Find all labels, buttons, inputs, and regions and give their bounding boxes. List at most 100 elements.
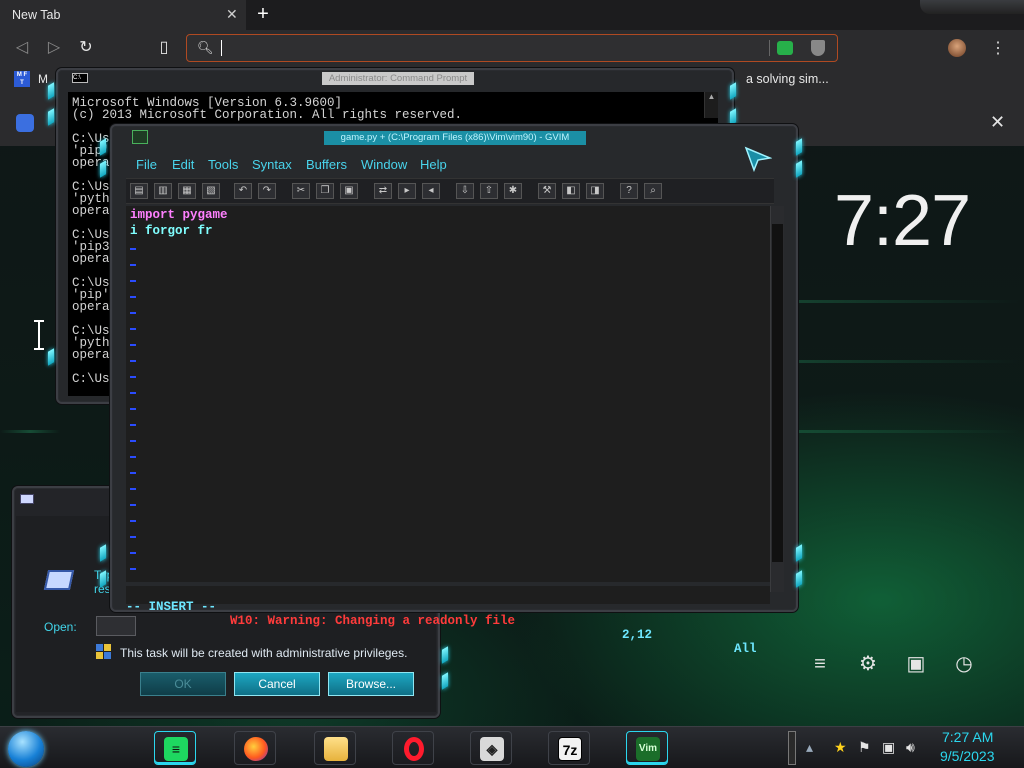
chat-icon[interactable] — [16, 114, 34, 132]
paste-icon[interactable]: ▣ — [340, 183, 358, 199]
frame-light — [796, 544, 802, 562]
volume-icon[interactable]: 🔊︎ — [906, 739, 915, 756]
editor-line: i forgor fr — [130, 224, 213, 238]
find-help-icon[interactable]: ⌕ — [644, 183, 662, 199]
cancel-button[interactable]: Cancel — [234, 672, 320, 696]
run-script-icon[interactable]: ✱ — [504, 183, 522, 199]
sliders-icon[interactable]: ≡ — [808, 652, 832, 676]
menu-icon[interactable]: ⋮ — [990, 38, 1006, 58]
network-icon[interactable]: ▣ — [882, 739, 895, 756]
flag-icon[interactable]: ⚑ — [858, 739, 871, 756]
redo-icon[interactable]: ↷ — [258, 183, 276, 199]
cut-icon[interactable]: ✂ — [292, 183, 310, 199]
empty-line-marker — [130, 552, 136, 554]
bookmark-label[interactable]: a solving sim... — [746, 72, 829, 86]
start-button[interactable] — [8, 731, 44, 767]
window-frame-decoration — [920, 0, 1024, 14]
menu-tools[interactable]: Tools — [208, 157, 238, 172]
desktop-clock: 7:27 — [834, 181, 971, 261]
show-desktop-button[interactable] — [788, 731, 796, 765]
find-next-icon[interactable]: ▸ — [398, 183, 416, 199]
browse-button[interactable]: Browse... — [328, 672, 414, 696]
empty-line-marker — [130, 488, 136, 490]
menu-window[interactable]: Window — [361, 157, 407, 172]
empty-line-marker — [130, 568, 136, 570]
save-all-icon[interactable]: ▦ — [178, 183, 196, 199]
console-line: C:\Us — [72, 372, 110, 386]
tray-time[interactable]: 7:27 AM — [942, 729, 993, 745]
taskbar-unity[interactable]: ◈ — [470, 731, 512, 765]
empty-line-marker — [130, 408, 136, 410]
make-icon[interactable]: ⚒ — [538, 183, 556, 199]
cursor-position: 2,12 — [622, 628, 653, 642]
bookmark-icon[interactable]: ▯ — [154, 38, 174, 58]
help-icon[interactable]: ? — [620, 183, 638, 199]
undo-icon[interactable]: ↶ — [234, 183, 252, 199]
taskbar-opera[interactable] — [392, 731, 434, 765]
editor-area[interactable]: import pygame i forgor fr — [126, 206, 770, 582]
extension-icon[interactable] — [777, 41, 793, 55]
empty-line-marker — [130, 424, 136, 426]
tab-title: New Tab — [12, 8, 61, 22]
taskbar-vim[interactable]: Vim — [626, 731, 668, 765]
frame-light — [48, 348, 54, 366]
find-prev-icon[interactable]: ◂ — [422, 183, 440, 199]
build-tags-icon[interactable]: ◧ — [562, 183, 580, 199]
load-session-icon[interactable]: ⇩ — [456, 183, 474, 199]
empty-line-marker — [130, 248, 136, 250]
bookmark-icon[interactable]: ▣ — [904, 652, 928, 676]
tray-date[interactable]: 9/5/2023 — [940, 748, 995, 764]
back-icon[interactable]: ◁ — [12, 38, 32, 58]
forward-icon[interactable]: ▷ — [44, 38, 64, 58]
menu-syntax[interactable]: Syntax — [252, 157, 292, 172]
scrollbar[interactable]: ▲ — [704, 92, 718, 118]
taskbar-file-explorer[interactable] — [314, 731, 356, 765]
bookmark-label[interactable]: M — [38, 72, 48, 86]
save-icon[interactable]: ▥ — [154, 183, 172, 199]
gear-icon[interactable]: ⚙ — [856, 652, 880, 676]
frame-light — [796, 138, 802, 156]
history-icon[interactable]: ◷ — [952, 652, 976, 676]
console-line: opera — [72, 204, 110, 218]
tab-close-icon[interactable]: ✕ — [226, 6, 238, 23]
menu-edit[interactable]: Edit — [172, 157, 194, 172]
ok-button[interactable]: OK — [140, 672, 226, 696]
vim-icon — [132, 130, 148, 144]
warning-message: W10: Warning: Changing a readonly file — [230, 614, 516, 628]
shield-icon[interactable] — [811, 40, 825, 56]
program-icon — [43, 570, 75, 590]
menu-help[interactable]: Help — [420, 157, 447, 172]
gvim-window[interactable]: game.py + (C:\Program Files (x86)\Vim\vi… — [100, 124, 802, 656]
browser-tab[interactable]: New Tab ✕ — [0, 0, 246, 30]
reload-icon[interactable]: ↻ — [76, 38, 96, 58]
run-icon — [20, 494, 34, 504]
browser-toolbar: ◁ ▷ ↻ ▯ 🔍︎ ⋮ — [0, 30, 1024, 66]
taskbar-firefox[interactable] — [234, 731, 276, 765]
taskbar-spotify[interactable]: ≡ — [154, 731, 196, 765]
scroll-position: All — [734, 642, 757, 656]
star-icon[interactable]: ★ — [834, 739, 847, 756]
copy-icon[interactable]: ❐ — [316, 183, 334, 199]
frame-light — [442, 672, 448, 690]
console-line: opera — [72, 252, 110, 266]
menu-buffers[interactable]: Buffers — [306, 157, 347, 172]
address-bar[interactable]: 🔍︎ — [186, 34, 838, 62]
toolbar: ▤ ▥ ▦ ▧ ↶ ↷ ✂ ❐ ▣ ⇄ ▸ ◂ ⇩ ⇧ ✱ ⚒ ◧ ◨? ⌕ — [126, 178, 774, 204]
vertical-scrollbar[interactable] — [770, 206, 784, 592]
empty-line-marker — [130, 360, 136, 362]
tray-overflow-icon[interactable]: ▴ — [806, 739, 813, 756]
menu-file[interactable]: File — [136, 157, 157, 172]
new-tab-button[interactable]: + — [252, 3, 274, 25]
taskbar-7zip[interactable]: 7z — [548, 731, 590, 765]
close-icon[interactable]: ✕ — [990, 112, 1005, 133]
open-icon[interactable]: ▤ — [130, 183, 148, 199]
bookmark-favicon[interactable]: M FT — [14, 71, 30, 87]
print-icon[interactable]: ▧ — [202, 183, 220, 199]
save-session-icon[interactable]: ⇧ — [480, 183, 498, 199]
profile-avatar[interactable] — [948, 39, 966, 57]
empty-line-marker — [130, 440, 136, 442]
find-replace-icon[interactable]: ⇄ — [374, 183, 392, 199]
taskbar: ≡ ◈ 7z Vim ▴ ★ ⚑ ▣ 🔊︎ 7:27 AM 9/5/2023 — [0, 726, 1024, 768]
uac-shield-icon — [96, 644, 112, 660]
jump-tag-icon[interactable]: ◨ — [586, 183, 604, 199]
